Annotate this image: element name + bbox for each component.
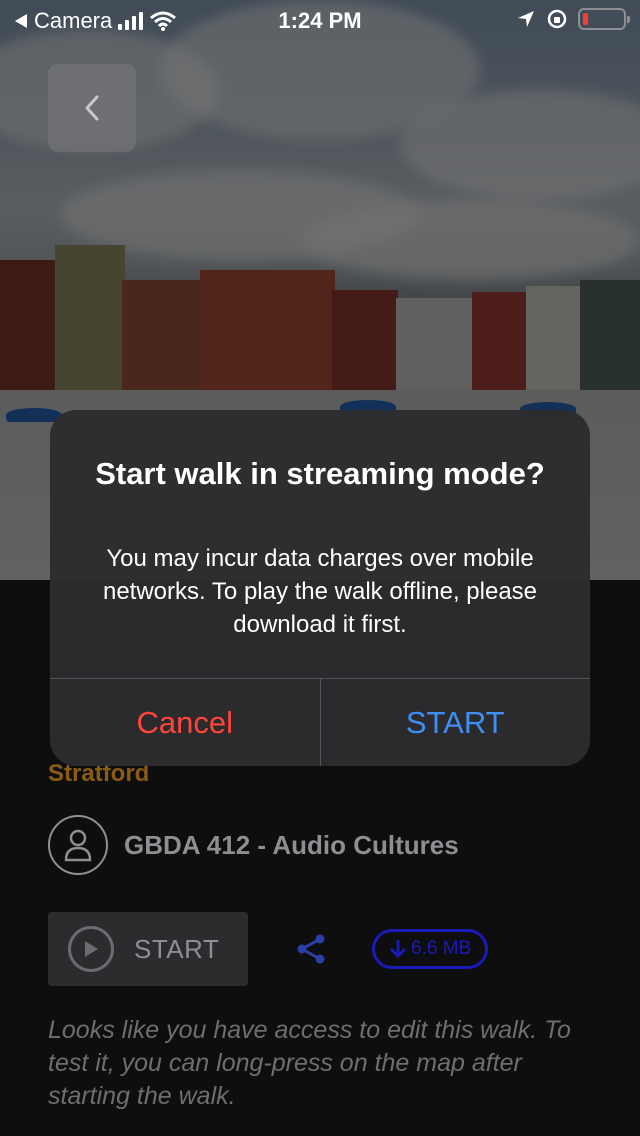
download-size: 6.6 MB bbox=[411, 938, 472, 959]
streaming-alert-dialog: Start walk in streaming mode? You may in… bbox=[50, 410, 590, 766]
chevron-left-icon bbox=[85, 95, 99, 121]
alert-title: Start walk in streaming mode? bbox=[95, 456, 545, 491]
avatar bbox=[48, 815, 108, 875]
edit-notice: Looks like you have access to edit this … bbox=[48, 1016, 571, 1110]
download-button[interactable]: 6.6 MB bbox=[372, 929, 489, 969]
walk-actions: START 6.6 MB bbox=[48, 912, 489, 986]
start-walk-label: START bbox=[134, 933, 220, 964]
status-bar: Camera 1:24 PM bbox=[0, 0, 640, 40]
person-icon bbox=[64, 829, 92, 862]
share-icon[interactable] bbox=[294, 932, 328, 966]
battery-icon bbox=[578, 8, 630, 30]
alert-message: You may incur data charges over mobile n… bbox=[102, 545, 538, 638]
status-right bbox=[516, 8, 630, 30]
download-arrow-icon bbox=[389, 940, 407, 959]
location-arrow-icon bbox=[518, 11, 534, 27]
creator-name: GBDA 412 - Audio Cultures bbox=[124, 829, 459, 860]
alert-button-row: Cancel START bbox=[50, 678, 590, 766]
confirm-start-button[interactable]: START bbox=[321, 679, 591, 766]
creator-row[interactable]: GBDA 412 - Audio Cultures bbox=[48, 815, 459, 875]
back-button[interactable] bbox=[48, 64, 136, 152]
cancel-button[interactable]: Cancel bbox=[50, 679, 321, 766]
rotation-lock-icon bbox=[547, 9, 567, 29]
start-walk-button[interactable]: START bbox=[48, 912, 248, 986]
play-icon bbox=[68, 926, 114, 972]
